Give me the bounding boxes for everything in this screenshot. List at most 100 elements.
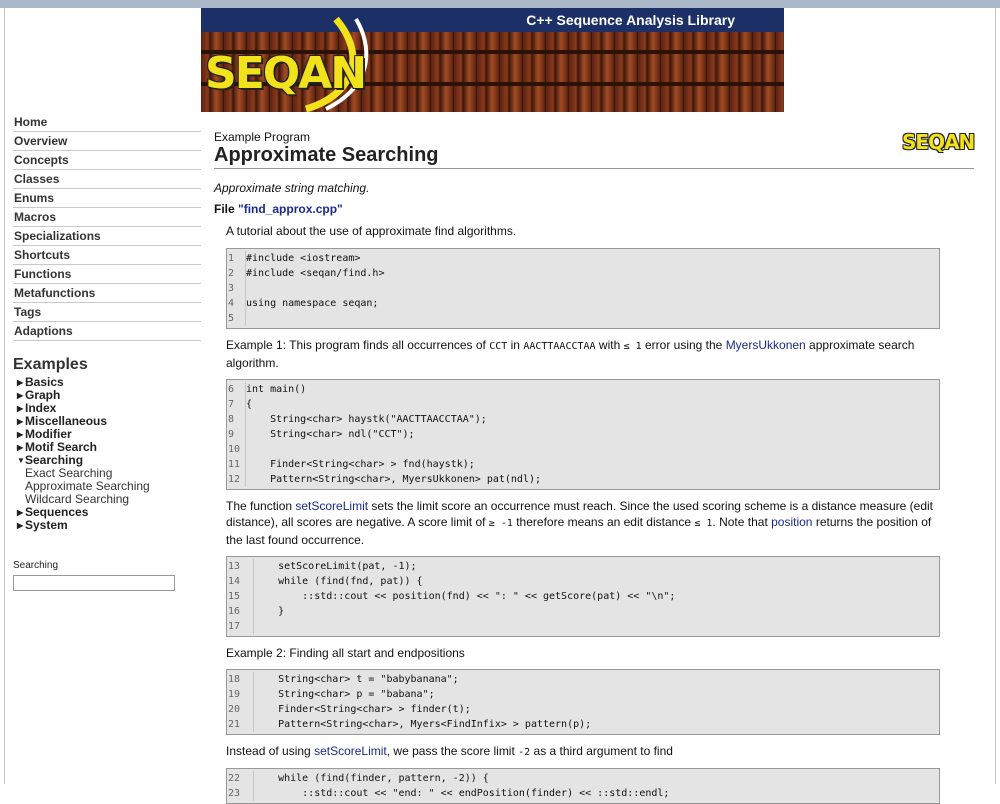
gutter-separator (245, 296, 246, 311)
code-text: Pattern<String<char>, Myers<FindInfix> >… (254, 719, 592, 730)
line-number: 7 (228, 399, 235, 410)
nav-enums[interactable]: Enums (13, 189, 201, 208)
line-number: 9 (228, 429, 235, 440)
seqan-logo[interactable]: SEQAN (205, 48, 367, 99)
line-number: 16 (228, 606, 241, 617)
code-line: 9 String<char> ndl("CCT"); (227, 427, 939, 442)
nav-specializations[interactable]: Specializations (13, 227, 201, 246)
code-line: 6 int main() (227, 382, 939, 397)
code-text: } (254, 606, 285, 617)
line-number: 10 (228, 444, 241, 455)
line-number: 14 (228, 576, 241, 587)
nav-metafunctions[interactable]: Metafunctions (13, 284, 201, 303)
triangle-right-icon: ▶ (17, 508, 24, 517)
code-text: String<char> ndl("CCT"); (246, 429, 415, 440)
code-line: 8 String<char> haystk("AACTTAACCTAA"); (227, 412, 939, 427)
line-number: 8 (228, 414, 235, 425)
gutter-separator (253, 589, 254, 604)
code-text: Pattern<String<char>, MyersUkkonen> pat(… (246, 474, 542, 485)
code-text: ::std::cout << "end: " << endPosition(fi… (254, 788, 670, 799)
intro-paragraph: A tutorial about the use of approximate … (226, 224, 517, 238)
page-kicker: Example Program (214, 130, 311, 144)
window-top-bar (0, 0, 1000, 8)
main-content: SEQAN Example Program Approximate Search… (214, 130, 975, 804)
line-number: 19 (228, 689, 241, 700)
setscorelimit-link[interactable]: setScoreLimit (295, 499, 368, 513)
gutter-separator (245, 311, 246, 326)
code-line: 15 ::std::cout << position(fnd) << ": " … (227, 589, 939, 604)
triangle-right-icon: ▶ (17, 521, 24, 530)
triangle-right-icon: ▶ (17, 417, 24, 426)
code-line: 18 String<char> t = "babybanana"; (227, 672, 939, 687)
nav-tags[interactable]: Tags (13, 303, 201, 322)
nav-overview[interactable]: Overview (13, 132, 201, 151)
examples-tree: ▶ Basics ▶ Graph ▶ Index ▶ Miscellaneous ▶ Mo… (13, 376, 201, 532)
code-line: 19 String<char> p = "babana"; (227, 687, 939, 702)
tree-item-system[interactable]: ▶ System (13, 519, 201, 532)
line-number: 15 (228, 591, 241, 602)
code-text: String<char> haystk("AACTTAACCTAA"); (246, 414, 487, 425)
code-line: 4 using namespace seqan; (227, 296, 939, 311)
gutter-separator (253, 574, 254, 589)
line-number: 3 (228, 283, 235, 294)
code-text: String<char> t = "babybanana"; (254, 674, 459, 685)
nav-adaptions[interactable]: Adaptions (13, 322, 201, 341)
gutter-separator (245, 397, 246, 412)
code-block-1: 1 #include <iostream> 2 #include <seqan/fin… (226, 248, 940, 329)
triangle-right-icon: ▶ (17, 430, 24, 439)
nav-shortcuts[interactable]: Shortcuts (13, 246, 201, 265)
line-number: 2 (228, 268, 235, 279)
gutter-separator (253, 672, 254, 687)
nav-home[interactable]: Home (13, 113, 201, 132)
gutter-separator (245, 442, 246, 457)
search-input[interactable] (13, 575, 175, 591)
position-link[interactable]: position (771, 515, 812, 529)
code-text: #include <iostream> (246, 253, 361, 264)
code-line: 11 Finder<String<char> > fnd(haystk); (227, 457, 939, 472)
code-line: 17 (227, 619, 939, 634)
right-border (995, 8, 996, 784)
line-number: 4 (228, 298, 235, 309)
code-line: 14 while (find(fnd, pat)) { (227, 574, 939, 589)
triangle-right-icon: ▶ (17, 404, 24, 413)
code-text: setScoreLimit(pat, -1); (254, 561, 417, 572)
code-text: while (find(finder, pattern, -2)) { (254, 773, 489, 784)
seqan-small-logo: SEQAN (902, 130, 975, 154)
nav-classes[interactable]: Classes (13, 170, 201, 189)
examples-heading: Examples (13, 356, 88, 373)
file-line: File "find_approx.cpp" (214, 202, 343, 216)
line-number: 11 (228, 459, 241, 470)
gutter-separator (245, 427, 246, 442)
nav-concepts[interactable]: Concepts (13, 151, 201, 170)
gutter-separator (253, 687, 254, 702)
code-text: using namespace seqan; (246, 298, 379, 309)
gutter-separator (245, 457, 246, 472)
nav-macros[interactable]: Macros (13, 208, 201, 227)
code-line: 13 setScoreLimit(pat, -1); (227, 559, 939, 574)
code-line: 10 (227, 442, 939, 457)
line-number: 21 (228, 719, 241, 730)
nav-functions[interactable]: Functions (13, 265, 201, 284)
gutter-separator (245, 382, 246, 397)
gutter-separator (245, 472, 246, 487)
line-number: 23 (228, 788, 241, 799)
file-link[interactable]: "find_approx.cpp" (238, 202, 343, 216)
title-divider (214, 168, 974, 169)
setscorelimit-link-2[interactable]: setScoreLimit (314, 744, 387, 758)
code-line: 16 } (227, 604, 939, 619)
code-block-4: 18 String<char> t = "babybanana"; 19 Stri… (226, 669, 940, 735)
code-line: 2 #include <seqan/find.h> (227, 266, 939, 281)
code-line: 12 Pattern<String<char>, MyersUkkonen> p… (227, 472, 939, 487)
code-text: ::std::cout << position(fnd) << ": " << … (254, 591, 676, 602)
paragraph-score-limit: The function setScoreLimit sets the limi… (226, 499, 934, 547)
search-label: Searching (13, 560, 59, 571)
triangle-right-icon: ▶ (17, 443, 24, 452)
gutter-separator (253, 717, 254, 732)
line-number: 12 (228, 474, 241, 485)
gutter-separator (253, 619, 254, 634)
line-number: 1 (228, 253, 235, 264)
myersukkonen-link[interactable]: MyersUkkonen (726, 338, 806, 352)
gutter-separator (245, 251, 246, 266)
site-banner: C++ Sequence Analysis Library SEQAN (201, 8, 784, 112)
paragraph-third-argument: Instead of using setScoreLimit, we pass … (226, 744, 673, 758)
